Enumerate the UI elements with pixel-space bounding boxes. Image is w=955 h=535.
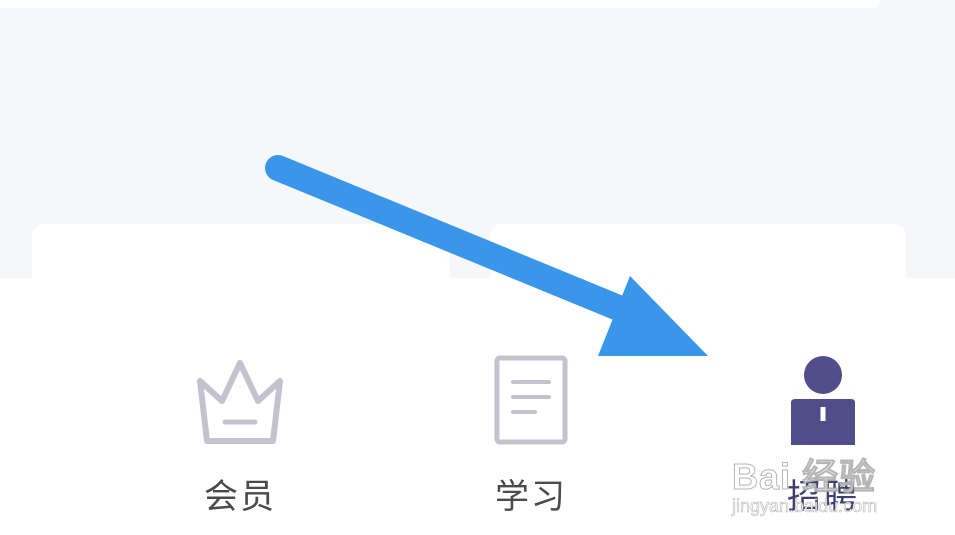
tab-study-label: 学习: [495, 477, 567, 517]
watermark-url: jingyan.baidu.com: [732, 496, 878, 517]
watermark: Bai 经验 jingyan.baidu.com: [731, 448, 932, 523]
app-screen: 会员 学习 招聘 Bai 经验 jingyan.baidu.com: [0, 0, 955, 535]
crown-icon: [197, 360, 283, 444]
top-panel: [0, 0, 880, 8]
content-area: [0, 0, 955, 304]
recruiter-icon: [791, 356, 855, 445]
document-icon: [494, 355, 568, 445]
tab-member[interactable]: 会员: [165, 355, 315, 525]
tab-member-label: 会员: [204, 477, 276, 517]
tab-study[interactable]: 学习: [456, 355, 606, 525]
watermark-logo: Bai 经验: [731, 456, 877, 498]
